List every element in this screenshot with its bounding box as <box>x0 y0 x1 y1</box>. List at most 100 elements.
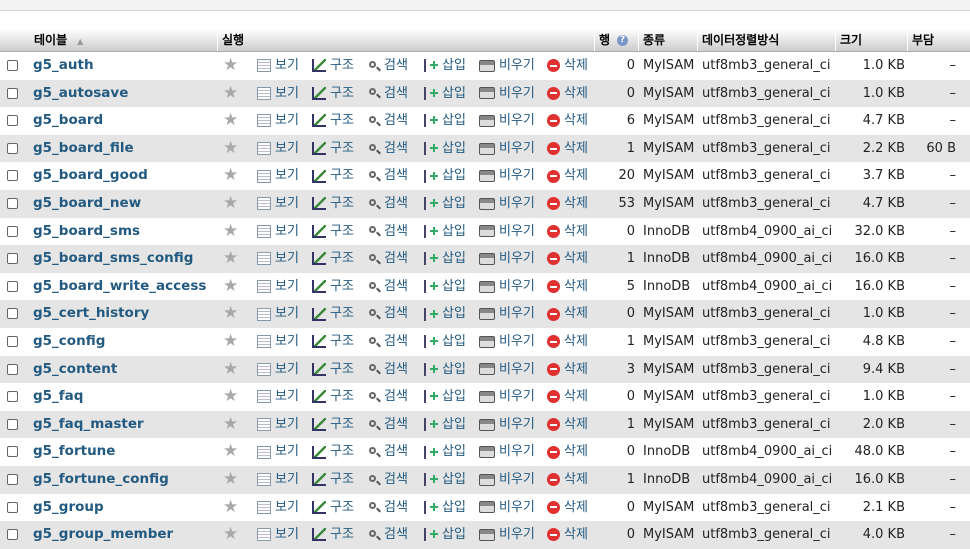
favorite-star-icon[interactable]: ★ <box>223 162 238 190</box>
header-table[interactable]: 테이블 ▲ <box>34 29 83 51</box>
favorite-star-icon[interactable]: ★ <box>223 245 238 273</box>
favorite-star-icon[interactable]: ★ <box>223 80 238 108</box>
drop-action[interactable]: 삭제 <box>547 438 588 466</box>
insert-action[interactable]: 삽입 <box>424 494 466 522</box>
browse-action[interactable]: 보기 <box>257 383 299 411</box>
table-name-link[interactable]: g5_group <box>33 494 104 522</box>
browse-action[interactable]: 보기 <box>257 162 299 190</box>
row-checkbox[interactable] <box>7 170 18 182</box>
table-name-link[interactable]: g5_config <box>33 328 105 356</box>
structure-action[interactable]: 구조 <box>312 80 354 108</box>
table-name-link[interactable]: g5_board_sms <box>33 218 140 246</box>
empty-action[interactable]: 비우기 <box>479 383 535 411</box>
search-action[interactable]: 검색 <box>368 273 408 301</box>
row-checkbox[interactable] <box>7 391 18 403</box>
empty-action[interactable]: 비우기 <box>479 300 535 328</box>
drop-action[interactable]: 삭제 <box>547 218 588 246</box>
table-name-link[interactable]: g5_board_sms_config <box>33 245 193 273</box>
browse-action[interactable]: 보기 <box>257 273 299 301</box>
drop-action[interactable]: 삭제 <box>547 190 588 218</box>
empty-action[interactable]: 비우기 <box>479 494 535 522</box>
search-action[interactable]: 검색 <box>368 521 408 549</box>
structure-action[interactable]: 구조 <box>312 438 354 466</box>
drop-action[interactable]: 삭제 <box>547 245 588 273</box>
insert-action[interactable]: 삽입 <box>424 438 466 466</box>
search-action[interactable]: 검색 <box>368 466 408 494</box>
drop-action[interactable]: 삭제 <box>547 52 588 80</box>
insert-action[interactable]: 삽입 <box>424 190 466 218</box>
favorite-star-icon[interactable]: ★ <box>223 466 238 494</box>
drop-action[interactable]: 삭제 <box>547 80 588 108</box>
header-overhead[interactable]: 부담 <box>907 29 934 51</box>
empty-action[interactable]: 비우기 <box>479 52 535 80</box>
favorite-star-icon[interactable]: ★ <box>223 52 238 80</box>
table-name-link[interactable]: g5_board_new <box>33 190 141 218</box>
favorite-star-icon[interactable]: ★ <box>223 300 238 328</box>
empty-action[interactable]: 비우기 <box>479 162 535 190</box>
drop-action[interactable]: 삭제 <box>547 135 588 163</box>
structure-action[interactable]: 구조 <box>312 245 354 273</box>
drop-action[interactable]: 삭제 <box>547 328 588 356</box>
favorite-star-icon[interactable]: ★ <box>223 328 238 356</box>
row-checkbox[interactable] <box>7 308 18 320</box>
search-action[interactable]: 검색 <box>368 328 408 356</box>
favorite-star-icon[interactable]: ★ <box>223 273 238 301</box>
header-collation[interactable]: 데이터정렬방식 <box>697 29 779 51</box>
structure-action[interactable]: 구조 <box>312 135 354 163</box>
help-icon[interactable]: ? <box>617 35 629 46</box>
table-name-link[interactable]: g5_board_file <box>33 135 134 163</box>
structure-action[interactable]: 구조 <box>312 162 354 190</box>
header-type[interactable]: 종류 <box>638 29 665 51</box>
search-action[interactable]: 검색 <box>368 245 408 273</box>
row-checkbox[interactable] <box>7 473 18 485</box>
row-checkbox[interactable] <box>7 529 18 541</box>
structure-action[interactable]: 구조 <box>312 466 354 494</box>
drop-action[interactable]: 삭제 <box>547 300 588 328</box>
search-action[interactable]: 검색 <box>368 438 408 466</box>
search-action[interactable]: 검색 <box>368 411 408 439</box>
drop-action[interactable]: 삭제 <box>547 273 588 301</box>
search-action[interactable]: 검색 <box>368 135 408 163</box>
table-name-link[interactable]: g5_fortune_config <box>33 466 169 494</box>
empty-action[interactable]: 비우기 <box>479 411 535 439</box>
browse-action[interactable]: 보기 <box>257 245 299 273</box>
row-checkbox[interactable] <box>7 87 18 99</box>
structure-action[interactable]: 구조 <box>312 521 354 549</box>
structure-action[interactable]: 구조 <box>312 300 354 328</box>
insert-action[interactable]: 삽입 <box>424 245 466 273</box>
empty-action[interactable]: 비우기 <box>479 135 535 163</box>
structure-action[interactable]: 구조 <box>312 383 354 411</box>
insert-action[interactable]: 삽입 <box>424 466 466 494</box>
drop-action[interactable]: 삭제 <box>547 411 588 439</box>
table-name-link[interactable]: g5_faq_master <box>33 411 144 439</box>
favorite-star-icon[interactable]: ★ <box>223 107 238 135</box>
empty-action[interactable]: 비우기 <box>479 245 535 273</box>
search-action[interactable]: 검색 <box>368 218 408 246</box>
row-checkbox[interactable] <box>7 335 18 347</box>
row-checkbox[interactable] <box>7 225 18 237</box>
structure-action[interactable]: 구조 <box>312 494 354 522</box>
search-action[interactable]: 검색 <box>368 52 408 80</box>
insert-action[interactable]: 삽입 <box>424 218 466 246</box>
browse-action[interactable]: 보기 <box>257 328 299 356</box>
header-size[interactable]: 크기 <box>835 29 862 51</box>
drop-action[interactable]: 삭제 <box>547 521 588 549</box>
empty-action[interactable]: 비우기 <box>479 328 535 356</box>
table-name-link[interactable]: g5_board_good <box>33 162 148 190</box>
browse-action[interactable]: 보기 <box>257 190 299 218</box>
drop-action[interactable]: 삭제 <box>547 162 588 190</box>
table-name-link[interactable]: g5_group_member <box>33 521 173 549</box>
empty-action[interactable]: 비우기 <box>479 521 535 549</box>
search-action[interactable]: 검색 <box>368 162 408 190</box>
drop-action[interactable]: 삭제 <box>547 107 588 135</box>
favorite-star-icon[interactable]: ★ <box>223 218 238 246</box>
row-checkbox[interactable] <box>7 418 18 430</box>
browse-action[interactable]: 보기 <box>257 300 299 328</box>
favorite-star-icon[interactable]: ★ <box>223 438 238 466</box>
table-name-link[interactable]: g5_faq <box>33 383 83 411</box>
insert-action[interactable]: 삽입 <box>424 411 466 439</box>
table-name-link[interactable]: g5_fortune <box>33 438 115 466</box>
drop-action[interactable]: 삭제 <box>547 383 588 411</box>
empty-action[interactable]: 비우기 <box>479 80 535 108</box>
row-checkbox[interactable] <box>7 446 18 458</box>
